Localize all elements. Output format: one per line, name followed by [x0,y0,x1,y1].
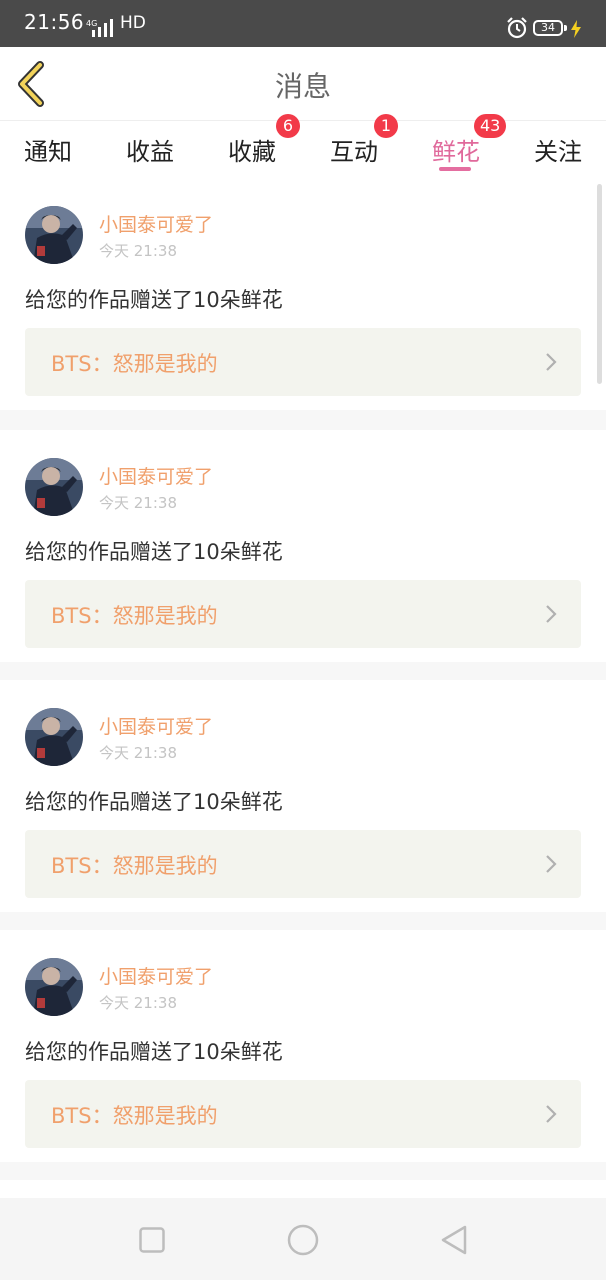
chevron-right-icon [546,855,557,873]
sender-name[interactable]: 小国泰可爱了 [99,712,213,739]
message-time: 今天 21:38 [99,494,177,512]
favorites-badge: 6 [276,114,300,138]
sender-name[interactable]: 小国泰可爱了 [99,962,213,989]
tab-favorites[interactable]: 收藏 [228,132,276,167]
recent-apps-icon[interactable] [139,1227,165,1253]
message-text: 给您的作品赠送了10朵鲜花 [25,540,283,564]
interactions-badge: 1 [374,114,398,138]
status-bar: 21:56 4G HD 34 [0,0,606,47]
work-link[interactable]: BTS：怒那是我的 [25,1080,581,1148]
work-title: BTS：怒那是我的 [51,352,218,376]
tab-earnings[interactable]: 收益 [126,132,174,167]
message-list[interactable]: 小国泰可爱了 今天 21:38 给您的作品赠送了10朵鲜花 BTS：怒那是我的 … [0,178,606,1198]
message-card-partial [0,1180,606,1198]
message-time: 今天 21:38 [99,994,177,1012]
hd-indicator: HD [120,13,146,33]
message-text: 给您的作品赠送了10朵鲜花 [25,790,283,814]
flowers-badge: 43 [474,114,507,138]
page-title: 消息 [274,70,331,103]
message-time: 今天 21:38 [99,242,177,260]
battery-icon: 34 [533,20,563,36]
chevron-right-icon [546,605,557,623]
system-nav-bar [0,1198,606,1280]
message-card: 小国泰可爱了 今天 21:38 给您的作品赠送了10朵鲜花 BTS：怒那是我的 [0,930,606,1162]
message-text: 给您的作品赠送了10朵鲜花 [25,1040,283,1064]
work-title: BTS：怒那是我的 [51,1104,218,1128]
header: 消息 [0,47,606,120]
avatar[interactable] [25,958,83,1016]
scrollbar[interactable] [597,184,602,384]
avatar[interactable] [25,458,83,516]
work-link[interactable]: BTS：怒那是我的 [25,830,581,898]
tab-notifications[interactable]: 通知 [24,132,72,167]
avatar[interactable] [25,206,83,264]
chevron-right-icon [546,1105,557,1123]
signal-icon [92,19,113,37]
active-tab-indicator [439,167,471,171]
sender-name[interactable]: 小国泰可爱了 [99,210,213,237]
message-time: 今天 21:38 [99,744,177,762]
home-icon[interactable] [287,1224,319,1256]
avatar[interactable] [25,708,83,766]
back-triangle-icon[interactable] [440,1225,468,1255]
message-card: 小国泰可爱了 今天 21:38 给您的作品赠送了10朵鲜花 BTS：怒那是我的 [0,178,606,410]
battery-tip [564,25,567,31]
work-link[interactable]: BTS：怒那是我的 [25,580,581,648]
chevron-right-icon [546,353,557,371]
sender-name[interactable]: 小国泰可爱了 [99,462,213,489]
tab-bar [0,120,606,178]
battery-level: 34 [541,21,555,34]
work-title: BTS：怒那是我的 [51,854,218,878]
work-link[interactable]: BTS：怒那是我的 [25,328,581,396]
status-time: 21:56 [24,10,85,34]
message-card: 小国泰可爱了 今天 21:38 给您的作品赠送了10朵鲜花 BTS：怒那是我的 [0,430,606,662]
tab-interactions[interactable]: 互动 [330,132,378,167]
message-text: 给您的作品赠送了10朵鲜花 [25,288,283,312]
message-card: 小国泰可爱了 今天 21:38 给您的作品赠送了10朵鲜花 BTS：怒那是我的 [0,680,606,912]
alarm-icon [507,17,527,39]
work-title: BTS：怒那是我的 [51,604,218,628]
tab-following[interactable]: 关注 [534,132,582,167]
charging-icon [571,20,581,38]
tab-flowers[interactable]: 鲜花 [432,132,480,167]
